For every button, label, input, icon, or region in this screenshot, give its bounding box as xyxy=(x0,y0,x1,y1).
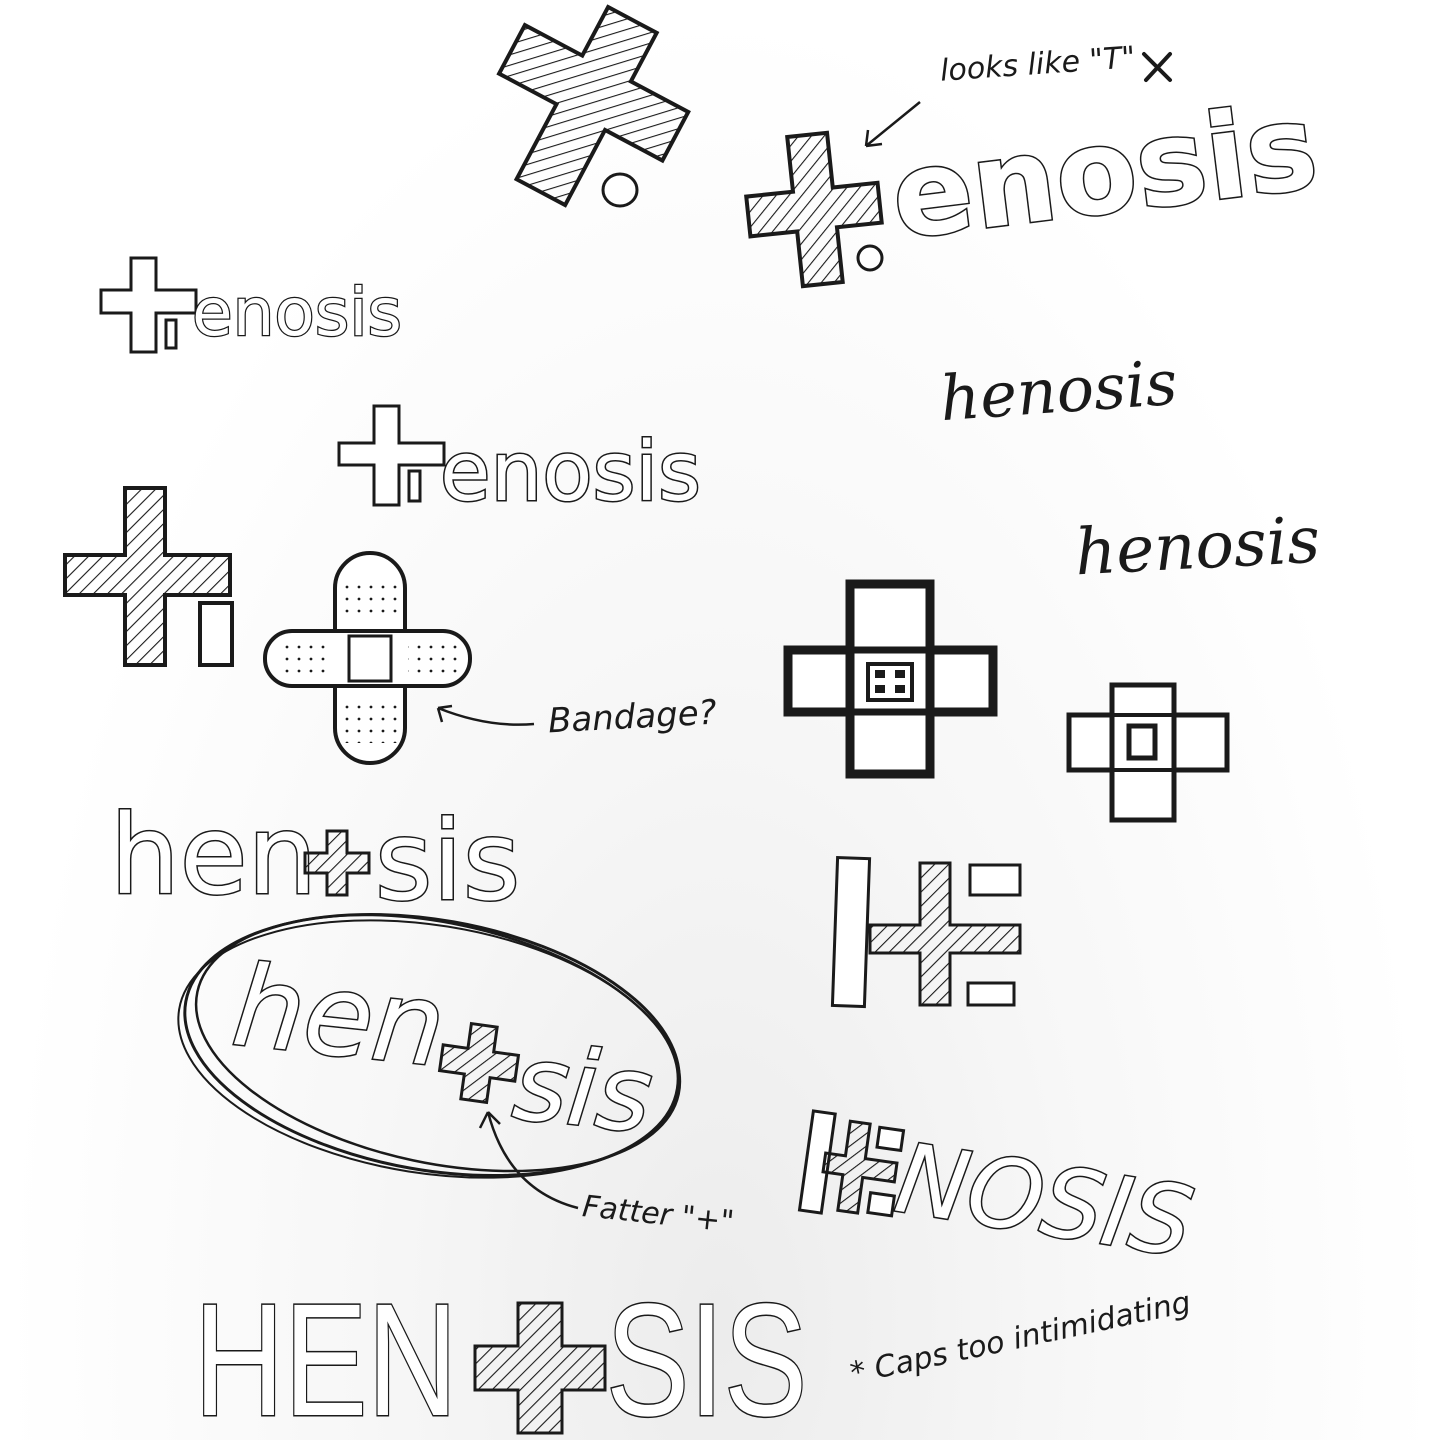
outline-plus-icon-2 xyxy=(337,404,446,507)
script-henosis-1: henosis xyxy=(937,345,1180,436)
outline-plus-icon xyxy=(99,256,198,354)
plus-t-mark-icon xyxy=(744,130,884,289)
hatched-plus-icon-1 xyxy=(303,829,371,897)
h-plus-monogram-icon xyxy=(830,855,1022,1009)
arrow-icon-2 xyxy=(436,704,535,726)
x-mark-icon xyxy=(1142,52,1172,82)
note-fatter-plus: Fatter "+" xyxy=(580,1189,736,1240)
wordmark-enosis-small: enosis xyxy=(191,274,403,351)
note-looks-like-t: looks like "T" xyxy=(938,40,1137,89)
wordmark-hen-1: hen xyxy=(108,791,318,919)
note-bandage: Bandage? xyxy=(547,692,718,742)
wordmark-hen-2: hen xyxy=(226,940,452,1094)
box-cross-icon xyxy=(783,579,998,779)
wordmark-enosis-mid: enosis xyxy=(439,425,703,520)
note-caps-intimidating: * Caps too intimidating xyxy=(847,1284,1194,1392)
hatched-plus-icon-2 xyxy=(437,1021,521,1105)
sketch-sheet: looks like "T" enosis enosis henosis eno… xyxy=(0,0,1440,1449)
wordmark-hen-caps: HEN xyxy=(193,1270,459,1449)
bandage-cross-icon xyxy=(263,551,472,765)
hatched-plus-icon-caps xyxy=(473,1301,607,1435)
wordmark-nosis-caps: NOSIS xyxy=(887,1121,1201,1281)
wordmark-enosis-large: enosis xyxy=(883,76,1326,268)
wordmark-sis-caps: SIS xyxy=(605,1270,808,1449)
hatched-cross-icon xyxy=(496,4,691,208)
hatched-h-plus-icon xyxy=(63,486,234,667)
box-cross-icon-small xyxy=(1066,682,1230,823)
arrow-icon-3 xyxy=(478,1111,579,1210)
script-henosis-2: henosis xyxy=(1073,503,1322,591)
